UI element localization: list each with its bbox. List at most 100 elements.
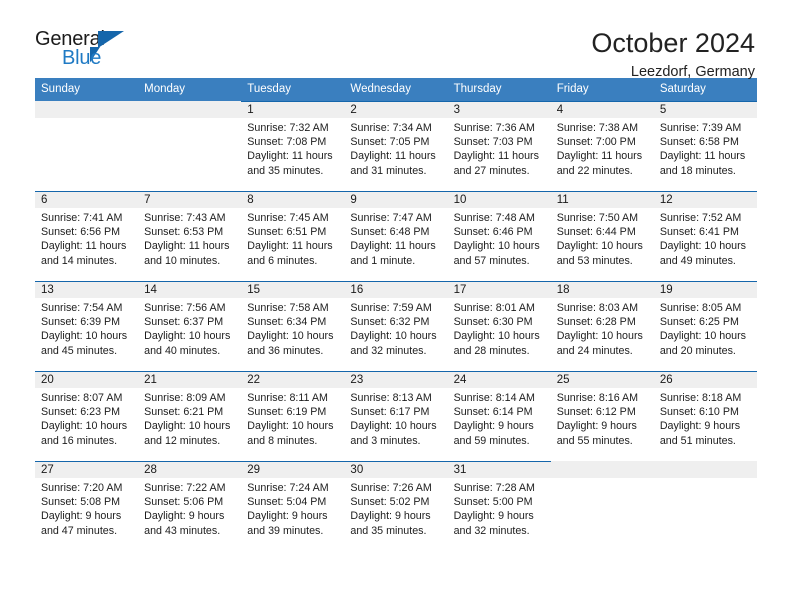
day-details: Sunrise: 8:18 AM Sunset: 6:10 PM Daylight:… <box>654 388 757 448</box>
sunrise-text: Sunrise: 8:16 AM <box>556 392 639 404</box>
day-number <box>35 101 139 118</box>
sunrise-text: Sunrise: 7:47 AM <box>350 212 432 224</box>
calendar-day-cell[interactable]: 27 Sunrise: 7:20 AM Sunset: 5:08 PM Dayligh… <box>35 461 139 551</box>
general-blue-logo[interactable]: General Blue <box>35 28 155 76</box>
daylight-text-line1: Daylight: 10 hours <box>453 330 540 343</box>
daylight-text-line2: and 32 minutes. <box>350 344 427 357</box>
calendar-day-cell[interactable]: 25 Sunrise: 8:16 AM Sunset: 6:12 PM Dayligh… <box>550 371 654 461</box>
sunrise-text: Sunrise: 7:52 AM <box>659 212 742 224</box>
sunrise-text: Sunrise: 7:26 AM <box>350 482 432 494</box>
day-details: Sunrise: 7:39 AM Sunset: 6:58 PM Daylight:… <box>654 118 757 178</box>
calendar-day-cell[interactable]: 16 Sunrise: 7:59 AM Sunset: 6:32 PM Dayligh… <box>344 281 448 371</box>
sunset-text: Sunset: 6:19 PM <box>247 406 327 419</box>
daylight-text-line2: and 31 minutes. <box>350 164 427 177</box>
daylight-text-line1: Daylight: 10 hours <box>41 330 128 343</box>
calendar-day-cell[interactable]: 13 Sunrise: 7:54 AM Sunset: 6:39 PM Dayligh… <box>35 281 139 371</box>
calendar-day-cell[interactable]: 30 Sunrise: 7:26 AM Sunset: 5:02 PM Dayligh… <box>344 461 448 551</box>
calendar-day-cell[interactable]: 7 Sunrise: 7:43 AM Sunset: 6:53 PM Daylight… <box>138 191 242 281</box>
calendar-day-cell[interactable]: 3 Sunrise: 7:36 AM Sunset: 7:03 PM Daylight… <box>447 101 551 191</box>
daylight-text-line1: Daylight: 9 hours <box>41 510 122 523</box>
day-details: Sunrise: 7:28 AM Sunset: 5:00 PM Daylight:… <box>448 478 551 538</box>
calendar-day-cell[interactable]: 1 Sunrise: 7:32 AM Sunset: 7:08 PM Daylight… <box>241 101 345 191</box>
calendar-day-cell[interactable]: 29 Sunrise: 7:24 AM Sunset: 5:04 PM Dayligh… <box>241 461 345 551</box>
daylight-text-line2: and 1 minute. <box>350 254 416 267</box>
daylight-text-line1: Daylight: 10 hours <box>659 240 746 253</box>
sunset-text: Sunset: 5:02 PM <box>350 496 430 509</box>
day-details: Sunrise: 7:20 AM Sunset: 5:08 PM Daylight:… <box>35 478 138 538</box>
daylight-text-line2: and 24 minutes. <box>556 344 633 357</box>
sunset-text: Sunset: 6:17 PM <box>350 406 430 419</box>
sunset-text: Sunset: 6:37 PM <box>144 316 224 329</box>
calendar-day-cell[interactable]: 6 Sunrise: 7:41 AM Sunset: 6:56 PM Daylight… <box>35 191 139 281</box>
daylight-text-line1: Daylight: 10 hours <box>556 330 643 343</box>
daylight-text-line2: and 35 minutes. <box>247 164 324 177</box>
day-details: Sunrise: 7:38 AM Sunset: 7:00 PM Daylight:… <box>551 118 654 178</box>
day-number: 13 <box>35 281 139 298</box>
sunrise-text: Sunrise: 7:54 AM <box>41 302 123 314</box>
day-details: Sunrise: 8:14 AM Sunset: 6:14 PM Daylight:… <box>448 388 551 448</box>
sunset-text: Sunset: 6:56 PM <box>41 226 121 239</box>
calendar-day-cell[interactable]: 28 Sunrise: 7:22 AM Sunset: 5:06 PM Dayligh… <box>138 461 242 551</box>
sunset-text: Sunset: 5:00 PM <box>453 496 533 509</box>
daylight-text-line2: and 51 minutes. <box>659 434 736 447</box>
calendar-day-cell[interactable]: 26 Sunrise: 8:18 AM Sunset: 6:10 PM Dayligh… <box>653 371 757 461</box>
sunrise-text: Sunrise: 7:24 AM <box>247 482 329 494</box>
day-number: 22 <box>241 371 345 388</box>
daylight-text-line2: and 3 minutes. <box>350 434 421 447</box>
daylight-text-line1: Daylight: 10 hours <box>247 420 334 433</box>
daylight-text-line2: and 45 minutes. <box>41 344 118 357</box>
page-subtitle: Leezdorf, Germany <box>630 64 755 81</box>
sunset-text: Sunset: 5:08 PM <box>41 496 121 509</box>
sunrise-text: Sunrise: 8:05 AM <box>659 302 742 314</box>
sunset-text: Sunset: 6:48 PM <box>350 226 430 239</box>
calendar-day-cell[interactable]: 22 Sunrise: 8:11 AM Sunset: 6:19 PM Dayligh… <box>241 371 345 461</box>
calendar-day-cell[interactable]: 5 Sunrise: 7:39 AM Sunset: 6:58 PM Daylight… <box>653 101 757 191</box>
day-number: 5 <box>653 101 757 118</box>
daylight-text-line2: and 57 minutes. <box>453 254 530 267</box>
sunset-text: Sunset: 5:04 PM <box>247 496 327 509</box>
sunset-text: Sunset: 7:08 PM <box>247 136 327 149</box>
calendar-day-cell[interactable]: 14 Sunrise: 7:56 AM Sunset: 6:37 PM Dayligh… <box>138 281 242 371</box>
day-number: 15 <box>241 281 345 298</box>
calendar-day-cell[interactable]: 19 Sunrise: 8:05 AM Sunset: 6:25 PM Dayligh… <box>653 281 757 371</box>
sunset-text: Sunset: 6:28 PM <box>556 316 636 329</box>
calendar-day-cell[interactable]: 4 Sunrise: 7:38 AM Sunset: 7:00 PM Daylight… <box>550 101 654 191</box>
sunset-text: Sunset: 6:10 PM <box>659 406 739 419</box>
calendar-day-cell[interactable]: 21 Sunrise: 8:09 AM Sunset: 6:21 PM Dayligh… <box>138 371 242 461</box>
sunrise-text: Sunrise: 7:56 AM <box>144 302 226 314</box>
day-details: Sunrise: 7:56 AM Sunset: 6:37 PM Daylight:… <box>138 298 241 358</box>
calendar-day-cell[interactable]: 31 Sunrise: 7:28 AM Sunset: 5:00 PM Dayligh… <box>447 461 551 551</box>
day-number: 26 <box>653 371 757 388</box>
daylight-text-line1: Daylight: 9 hours <box>144 510 225 523</box>
sunset-text: Sunset: 7:03 PM <box>453 136 533 149</box>
calendar-day-cell[interactable]: 20 Sunrise: 8:07 AM Sunset: 6:23 PM Dayligh… <box>35 371 139 461</box>
calendar-day-cell[interactable]: 24 Sunrise: 8:14 AM Sunset: 6:14 PM Dayligh… <box>447 371 551 461</box>
daylight-text-line2: and 32 minutes. <box>453 524 530 537</box>
day-details: Sunrise: 7:50 AM Sunset: 6:44 PM Daylight:… <box>551 208 654 268</box>
calendar-day-cell[interactable]: 23 Sunrise: 8:13 AM Sunset: 6:17 PM Dayligh… <box>344 371 448 461</box>
sunrise-text: Sunrise: 7:38 AM <box>556 122 639 134</box>
calendar-day-cell[interactable]: 8 Sunrise: 7:45 AM Sunset: 6:51 PM Daylight… <box>241 191 345 281</box>
calendar-day-cell[interactable]: 17 Sunrise: 8:01 AM Sunset: 6:30 PM Dayligh… <box>447 281 551 371</box>
calendar-day-cell[interactable]: 12 Sunrise: 7:52 AM Sunset: 6:41 PM Dayligh… <box>653 191 757 281</box>
calendar-day-cell[interactable]: 11 Sunrise: 7:50 AM Sunset: 6:44 PM Dayligh… <box>550 191 654 281</box>
sunrise-text: Sunrise: 7:50 AM <box>556 212 639 224</box>
calendar-day-cell[interactable]: 9 Sunrise: 7:47 AM Sunset: 6:48 PM Daylight… <box>344 191 448 281</box>
daylight-text-line2: and 18 minutes. <box>659 164 736 177</box>
day-details: Sunrise: 7:59 AM Sunset: 6:32 PM Daylight:… <box>344 298 447 358</box>
calendar-day-cell[interactable]: 18 Sunrise: 8:03 AM Sunset: 6:28 PM Dayligh… <box>550 281 654 371</box>
calendar-empty-cell <box>550 461 654 551</box>
day-number <box>550 461 654 478</box>
daylight-text-line2: and 40 minutes. <box>144 344 221 357</box>
logo-triangle-icon <box>98 31 124 48</box>
calendar-day-cell[interactable]: 10 Sunrise: 7:48 AM Sunset: 6:46 PM Dayligh… <box>447 191 551 281</box>
calendar-day-cell[interactable]: 2 Sunrise: 7:34 AM Sunset: 7:05 PM Daylight… <box>344 101 448 191</box>
day-number: 28 <box>138 461 242 478</box>
sunrise-text: Sunrise: 8:09 AM <box>144 392 226 404</box>
calendar-day-cell[interactable]: 15 Sunrise: 7:58 AM Sunset: 6:34 PM Dayligh… <box>241 281 345 371</box>
day-number <box>653 461 757 478</box>
page-title: October 2024 <box>591 28 755 58</box>
sunrise-text: Sunrise: 7:48 AM <box>453 212 535 224</box>
sunrise-text: Sunrise: 7:41 AM <box>41 212 123 224</box>
sunrise-text: Sunrise: 8:11 AM <box>247 392 328 404</box>
